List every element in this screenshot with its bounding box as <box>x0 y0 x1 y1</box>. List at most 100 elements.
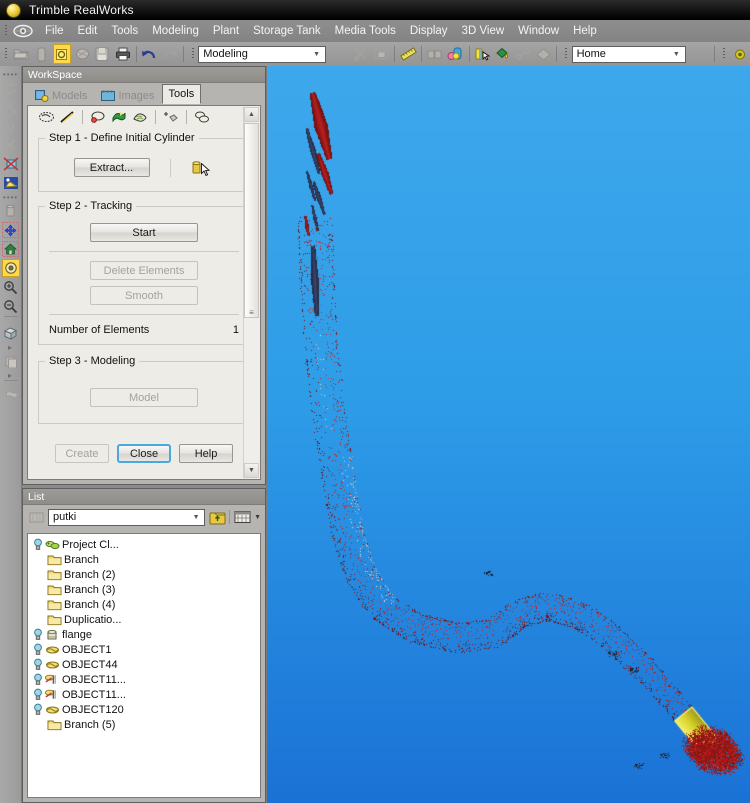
tab-models[interactable]: Models <box>28 86 94 104</box>
cloud-fit-icon[interactable] <box>88 107 108 127</box>
3d-point-cloud-view[interactable] <box>266 66 750 803</box>
highlight-icon[interactable] <box>52 44 72 64</box>
tree-item[interactable]: Branch (2) <box>28 567 260 582</box>
visibility-bulb-icon[interactable] <box>32 703 43 716</box>
registration-icon[interactable] <box>426 44 444 64</box>
tree-item[interactable]: Branch (5) <box>28 717 260 732</box>
limit-box-icon[interactable] <box>2 155 20 173</box>
scissors-icon[interactable] <box>2 98 20 116</box>
caret-1-icon[interactable]: ▸ <box>2 343 20 352</box>
delete-elements-button[interactable]: Delete Elements <box>90 261 198 280</box>
rotate-icon[interactable] <box>2 79 20 97</box>
menu-plant[interactable]: Plant <box>206 22 246 40</box>
tree-item[interactable]: OBJECT11... <box>28 672 260 687</box>
tree-item[interactable]: Duplicatio... <box>28 612 260 627</box>
cut-icon[interactable] <box>2 136 20 154</box>
cylinder-icon[interactable] <box>2 202 20 220</box>
extract-button[interactable]: Extract... <box>73 158 150 177</box>
tree-item[interactable]: Branch (4) <box>28 597 260 612</box>
pick-color-icon[interactable] <box>474 44 492 64</box>
tab-tools[interactable]: Tools <box>161 84 202 104</box>
menu-storage-tank[interactable]: Storage Tank <box>246 22 328 40</box>
copy-view-icon[interactable] <box>2 352 20 370</box>
menu-file[interactable]: File <box>38 22 71 40</box>
tree-item[interactable]: OBJECT11... <box>28 687 260 702</box>
menu-help[interactable]: Help <box>566 22 604 40</box>
visibility-bulb-icon[interactable] <box>32 688 43 701</box>
menu-display[interactable]: Display <box>403 22 455 40</box>
pan-icon[interactable] <box>2 221 20 239</box>
axis-icon[interactable] <box>692 44 710 64</box>
menu-3d-view[interactable]: 3D View <box>455 22 512 40</box>
mode-combo[interactable]: Modeling ▼ <box>198 45 327 63</box>
tree-item[interactable]: flange <box>28 627 260 642</box>
cylinder-pick-icon[interactable] <box>191 159 215 177</box>
create-button[interactable]: Create <box>55 444 109 463</box>
cloud-icon[interactable] <box>73 44 91 64</box>
visibility-bulb-icon[interactable] <box>32 538 43 551</box>
up-folder-icon[interactable] <box>208 509 226 525</box>
tree-item[interactable]: OBJECT120 <box>28 702 260 717</box>
close-button[interactable]: Close <box>117 444 171 463</box>
toolbar-grip-1[interactable] <box>3 46 9 62</box>
toolbar-grip-3[interactable] <box>563 46 569 62</box>
colorize-icon[interactable] <box>446 44 464 64</box>
visibility-bulb-icon[interactable] <box>32 643 43 656</box>
scroll-up-arrow[interactable]: ▲ <box>244 107 259 122</box>
menu-edit[interactable]: Edit <box>71 22 105 40</box>
pick-point-icon[interactable] <box>2 174 20 192</box>
scroll-thumb[interactable] <box>244 123 259 318</box>
measure-icon[interactable] <box>399 44 417 64</box>
target-icon[interactable] <box>731 44 749 64</box>
multi-cloud-icon[interactable] <box>192 107 212 127</box>
save-icon[interactable] <box>93 44 111 64</box>
tools-scrollbar[interactable]: ▲ ≡ ▼ <box>243 107 259 478</box>
undo-icon[interactable] <box>141 44 159 64</box>
tree-item[interactable]: OBJECT1 <box>28 642 260 657</box>
zoom-out-icon[interactable] <box>2 297 20 315</box>
print-icon[interactable] <box>114 44 132 64</box>
help-button[interactable]: Help <box>179 444 233 463</box>
pipe-run-icon[interactable] <box>36 107 56 127</box>
visibility-bulb-icon[interactable] <box>32 658 43 671</box>
model-button[interactable]: Model <box>90 388 198 407</box>
tree-item[interactable]: Branch <box>28 552 260 567</box>
visibility-bulb-icon[interactable] <box>32 673 43 686</box>
chevron-down-icon-3[interactable]: ▼ <box>190 512 202 523</box>
clip-icon[interactable] <box>2 117 20 135</box>
diamond-icon[interactable] <box>534 44 552 64</box>
smooth-button[interactable]: Smooth <box>90 286 198 305</box>
open-project-icon[interactable] <box>12 44 30 64</box>
link-icon[interactable] <box>514 44 532 64</box>
cut-cloud-icon[interactable] <box>352 44 370 64</box>
list-filter-icon[interactable] <box>27 509 45 525</box>
segment-icon[interactable] <box>332 44 350 64</box>
toolbar-grip-2[interactable] <box>190 46 196 62</box>
tree-item[interactable]: Branch (3) <box>28 582 260 597</box>
view-mode-icon[interactable] <box>233 509 251 525</box>
home-view-icon[interactable] <box>2 240 20 258</box>
toolbar-grip-4[interactable] <box>721 46 727 62</box>
add-point-icon[interactable] <box>161 107 181 127</box>
grid-select-icon[interactable] <box>372 44 390 64</box>
list-combo[interactable]: putki ▼ <box>48 508 206 526</box>
tab-images[interactable]: Images <box>94 86 161 104</box>
green-patch-icon[interactable] <box>109 107 129 127</box>
paint-bucket-icon[interactable] <box>494 44 512 64</box>
visibility-bulb-icon[interactable] <box>32 628 43 641</box>
point-cloud-canvas[interactable] <box>267 66 750 803</box>
chevron-down-icon[interactable]: ▼ <box>310 49 323 61</box>
start-button[interactable]: Start <box>90 223 198 242</box>
box-view-icon[interactable] <box>2 324 20 342</box>
chevron-down-icon-2[interactable]: ▼ <box>670 49 683 61</box>
menubar-grip[interactable] <box>3 23 10 39</box>
line-icon[interactable] <box>57 107 77 127</box>
realworks-eye-icon[interactable] <box>12 22 34 40</box>
caret-2-icon[interactable]: ▸ <box>2 371 20 380</box>
surface-icon[interactable] <box>130 107 150 127</box>
menu-window[interactable]: Window <box>511 22 566 40</box>
tree-item[interactable]: Project Cl... <box>28 537 260 552</box>
flag-icon[interactable] <box>2 388 20 406</box>
tree-item[interactable]: OBJECT44 <box>28 657 260 672</box>
scroll-down-arrow[interactable]: ▼ <box>244 463 259 478</box>
